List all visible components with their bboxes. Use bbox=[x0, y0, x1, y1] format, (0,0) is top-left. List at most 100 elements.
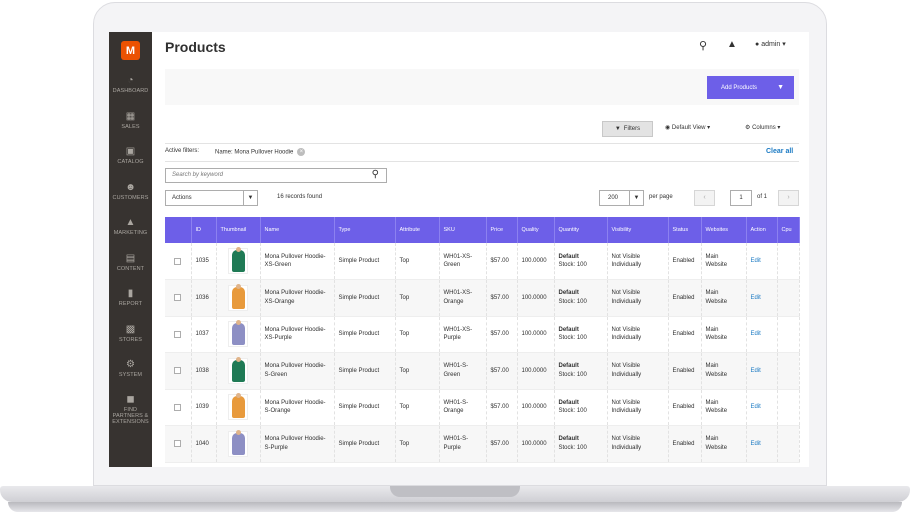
visibility-cell: Not Visible Individually bbox=[607, 243, 669, 280]
row-checkbox[interactable] bbox=[174, 257, 181, 265]
remove-filter-icon[interactable]: × bbox=[297, 148, 306, 156]
table-row[interactable]: 1038 Mona Pullover Hoodie-S-Green Simple P… bbox=[165, 352, 800, 390]
row-checkbox[interactable] bbox=[174, 440, 181, 448]
column-header[interactable]: Thumbnail bbox=[216, 217, 261, 243]
column-header[interactable]: Quality bbox=[517, 217, 555, 243]
product-thumbnail[interactable] bbox=[228, 356, 248, 384]
product-thumbnail[interactable] bbox=[228, 429, 248, 457]
column-header[interactable]: Action bbox=[746, 217, 778, 243]
column-header[interactable]: Visibility bbox=[607, 217, 669, 243]
add-products-button[interactable]: Add Products ▼ bbox=[707, 76, 794, 99]
sidebar-item-marketing[interactable]: ▲ MARKETING bbox=[109, 217, 152, 236]
status-cell: Enabled bbox=[668, 352, 702, 390]
sidebar-item-customers[interactable]: ☻ CUSTOMERS bbox=[109, 182, 152, 201]
search-placeholder: Search by keyword bbox=[172, 172, 224, 178]
status-cell: Enabled bbox=[668, 425, 702, 463]
row-checkbox[interactable] bbox=[174, 367, 181, 375]
sku-cell: WH01-XS-Green bbox=[439, 243, 487, 280]
table-row[interactable]: 1037 Mona Pullover Hoodie-XS-Purple Simple… bbox=[165, 316, 800, 353]
quantity-source: Default bbox=[558, 399, 579, 406]
sidebar-item-label: STORES bbox=[118, 337, 143, 343]
table-row[interactable]: 1035 Mona Pullover Hoodie-XS-Green Simple … bbox=[165, 243, 800, 280]
hoodie-image bbox=[231, 393, 245, 419]
column-header[interactable]: Quantity bbox=[554, 217, 608, 243]
table-row[interactable]: 1036 Mona Pullover Hoodie-XS-Orange Simple… bbox=[165, 279, 800, 317]
view-selector[interactable]: ◉ Default View ▾ bbox=[665, 124, 710, 131]
status-cell: Enabled bbox=[668, 279, 702, 317]
row-checkbox[interactable] bbox=[174, 330, 181, 338]
edit-link[interactable]: Edit bbox=[751, 441, 761, 447]
row-select-cell bbox=[165, 279, 192, 317]
product-thumbnail[interactable] bbox=[228, 393, 248, 421]
columns-label: Columns bbox=[752, 125, 776, 131]
bell-icon[interactable]: ▲ bbox=[727, 39, 737, 50]
clear-all-link[interactable]: Clear all bbox=[766, 148, 793, 155]
mass-actions-select[interactable]: Actions ▼ bbox=[165, 190, 258, 206]
search-input[interactable]: Search by keyword ⚲ bbox=[165, 168, 387, 183]
sidebar-item-dashboard[interactable]: ◔ DASHBOARD bbox=[109, 75, 152, 94]
edit-link[interactable]: Edit bbox=[751, 258, 761, 264]
sidebar-item-stores[interactable]: ▩ STORES bbox=[109, 324, 152, 343]
sidebar-item-report[interactable]: ▮ REPORT bbox=[109, 288, 152, 307]
sku-cell: WH01-S-Purple bbox=[439, 425, 487, 463]
product-thumbnail[interactable] bbox=[228, 320, 248, 348]
sidebar-item-sales[interactable]: ▦ SALES bbox=[109, 111, 152, 130]
page-input[interactable]: 1 bbox=[730, 190, 752, 206]
sidebar-item-label: REPORT bbox=[118, 301, 143, 307]
sidebar-item-label: MARKETING bbox=[113, 230, 148, 236]
records-count: 16 records found bbox=[277, 194, 323, 200]
next-page-button[interactable]: › bbox=[778, 190, 799, 206]
quality-cell: 100.0000 bbox=[517, 243, 555, 280]
edit-link[interactable]: Edit bbox=[751, 295, 761, 301]
quantity-value: Stock: 100 bbox=[558, 408, 587, 415]
column-header[interactable]: Cpu bbox=[777, 217, 800, 243]
hoodie-image bbox=[231, 356, 245, 382]
row-checkbox[interactable] bbox=[174, 403, 181, 411]
user-menu[interactable]: ● admin ▾ bbox=[755, 40, 786, 48]
per-page-select[interactable]: 200 ▼ bbox=[599, 190, 644, 206]
row-checkbox[interactable] bbox=[174, 294, 181, 302]
dropdown-caret-icon[interactable]: ▼ bbox=[777, 84, 784, 91]
search-icon[interactable]: ⚲ bbox=[699, 39, 707, 52]
type-cell: Simple Product bbox=[334, 425, 396, 463]
select-all-header[interactable] bbox=[165, 217, 192, 243]
filters-button[interactable]: ▼ Filters bbox=[602, 121, 653, 137]
column-header[interactable]: Status bbox=[668, 217, 702, 243]
edit-link[interactable]: Edit bbox=[751, 404, 761, 410]
table-row[interactable]: 1040 Mona Pullover Hoodie-S-Purple Simple … bbox=[165, 425, 800, 463]
cpu-cell bbox=[777, 389, 800, 426]
column-header[interactable]: Websites bbox=[701, 217, 747, 243]
sidebar-item-find[interactable]: ◼ FIND PARTNERS & EXTENSIONS bbox=[109, 394, 152, 425]
id-cell: 1039 bbox=[191, 389, 217, 426]
column-header[interactable]: Type bbox=[334, 217, 396, 243]
table-row[interactable]: 1039 Mona Pullover Hoodie-S-Orange Simple … bbox=[165, 389, 800, 426]
columns-selector[interactable]: ⚙ Columns ▾ bbox=[745, 124, 780, 131]
sidebar-item-label: CONTENT bbox=[116, 266, 145, 272]
product-thumbnail[interactable] bbox=[228, 283, 248, 311]
quantity-cell: Default Stock: 100 bbox=[554, 389, 608, 426]
sidebar-item-catalog[interactable]: ▣ CATALOG bbox=[109, 146, 152, 165]
magento-logo[interactable]: M bbox=[121, 41, 140, 60]
cpu-cell bbox=[777, 243, 800, 280]
row-select-cell bbox=[165, 352, 192, 390]
active-filter-chip: Name: Mona Pullover Hoodie × bbox=[215, 148, 306, 156]
column-header[interactable]: Price bbox=[486, 217, 518, 243]
edit-link[interactable]: Edit bbox=[751, 331, 761, 337]
store-icon: ▩ bbox=[125, 324, 136, 335]
edit-link[interactable]: Edit bbox=[751, 368, 761, 374]
cpu-cell bbox=[777, 316, 800, 353]
column-header[interactable]: Attribute bbox=[395, 217, 440, 243]
sidebar-item-content[interactable]: ▤ CONTENT bbox=[109, 253, 152, 272]
sidebar-item-system[interactable]: ⚙ SYSTEM bbox=[109, 359, 152, 378]
prev-page-button[interactable]: ‹ bbox=[694, 190, 715, 206]
sidebar-item-label: SALES bbox=[121, 124, 140, 130]
column-header[interactable]: ID bbox=[191, 217, 217, 243]
search-icon[interactable]: ⚲ bbox=[372, 169, 379, 180]
visibility-cell: Not Visible Individually bbox=[607, 316, 669, 353]
column-header[interactable]: Name bbox=[260, 217, 335, 243]
id-cell: 1036 bbox=[191, 279, 217, 317]
quantity-cell: Default Stock: 100 bbox=[554, 279, 608, 317]
column-header[interactable]: SKU bbox=[439, 217, 487, 243]
product-thumbnail[interactable] bbox=[228, 247, 248, 274]
type-cell: Simple Product bbox=[334, 389, 396, 426]
